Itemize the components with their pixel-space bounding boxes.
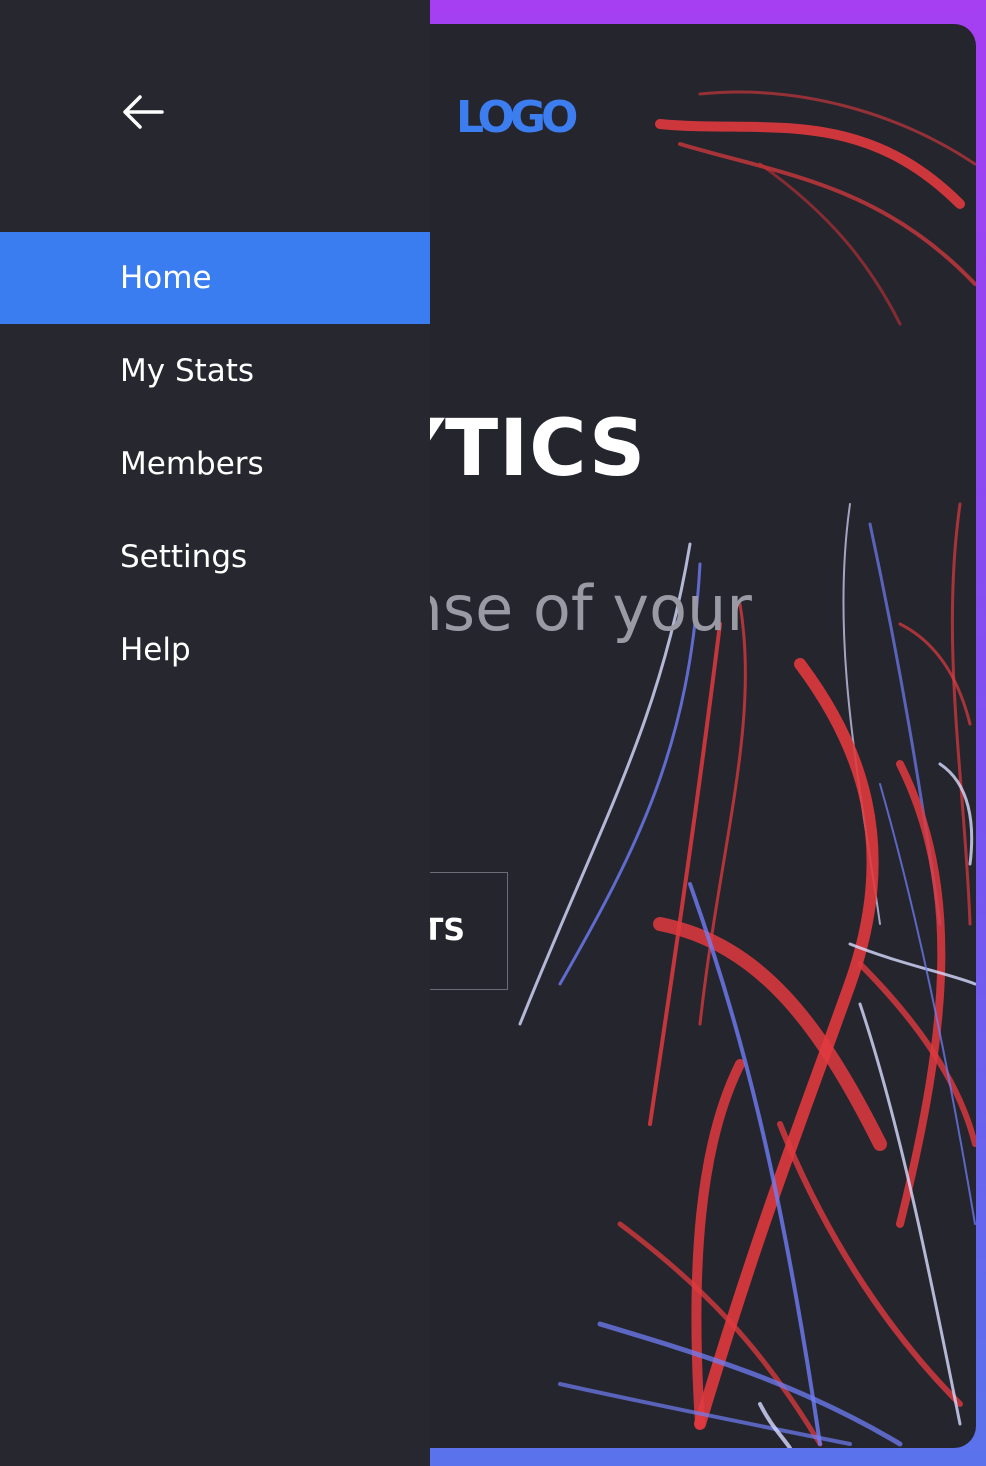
nav-item-members[interactable]: Members [0, 418, 430, 510]
nav-item-home[interactable]: Home [0, 232, 430, 324]
nav-drawer: Home My Stats Members Settings Help [0, 0, 430, 1466]
nav-item-help[interactable]: Help [0, 604, 430, 696]
back-button[interactable] [118, 88, 170, 136]
arrow-left-icon [123, 95, 164, 129]
logo[interactable]: LOGO [456, 92, 578, 143]
nav-item-my-stats[interactable]: My Stats [0, 325, 430, 417]
nav-menu: Home My Stats Members Settings Help [0, 232, 430, 697]
nav-item-settings[interactable]: Settings [0, 511, 430, 603]
